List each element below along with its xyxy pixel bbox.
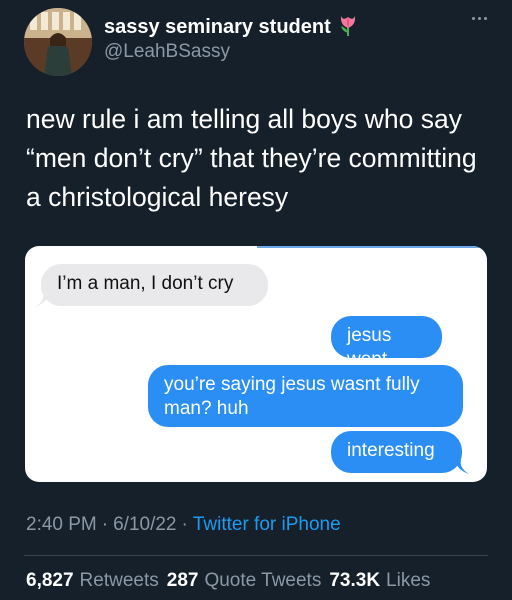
separator-dot: · bbox=[101, 514, 109, 535]
image-edge-line bbox=[257, 246, 482, 248]
likes-count: 73.3K bbox=[329, 570, 381, 591]
bubble-tail-icon bbox=[455, 460, 469, 474]
avatar-photo bbox=[24, 8, 92, 76]
quote-tweets-stat[interactable]: 287 Quote Tweets bbox=[167, 570, 322, 592]
tweet-media-image[interactable]: I’m a man, I don’t cry jesus wept you’re… bbox=[25, 246, 487, 482]
more-options-icon[interactable] bbox=[466, 10, 492, 26]
quote-tweets-count: 287 bbox=[166, 570, 199, 591]
message-bubble-outgoing: you’re saying jesus wasnt fully man? huh bbox=[148, 365, 463, 427]
likes-label: Likes bbox=[386, 570, 431, 591]
message-bubble-outgoing: jesus wept bbox=[331, 316, 442, 370]
author-handle[interactable]: @LeahBSassy bbox=[104, 41, 230, 63]
bubble-tail-icon bbox=[35, 293, 49, 307]
retweets-count: 6,827 bbox=[26, 570, 74, 591]
author-name-row[interactable]: sassy seminary student bbox=[104, 13, 359, 42]
tweet-text: new rule i am telling all boys who say “… bbox=[26, 104, 477, 212]
tulip-icon bbox=[337, 13, 359, 42]
display-name[interactable]: sassy seminary student bbox=[104, 16, 331, 39]
likes-stat[interactable]: 73.3K Likes bbox=[329, 570, 430, 592]
retweets-stat[interactable]: 6,827 Retweets bbox=[26, 570, 159, 592]
tweet-timestamp: 2:40 PM · 6/10/22 · Twitter for iPhone bbox=[26, 514, 341, 536]
tweet-source-link[interactable]: Twitter for iPhone bbox=[193, 514, 341, 536]
message-bubble-incoming: I’m a man, I don’t cry bbox=[41, 264, 268, 306]
separator-dot: · bbox=[181, 514, 188, 535]
divider bbox=[24, 555, 488, 556]
tweet-time[interactable]: 2:40 PM bbox=[26, 514, 97, 536]
quote-tweets-label: Quote Tweets bbox=[204, 570, 322, 591]
engagement-stats: 6,827 Retweets 287 Quote Tweets 73.3K Li… bbox=[26, 570, 430, 592]
avatar[interactable] bbox=[24, 8, 92, 76]
tweet-date[interactable]: 6/10/22 bbox=[113, 514, 176, 536]
retweets-label: Retweets bbox=[79, 570, 159, 591]
message-bubble-outgoing: interesting bbox=[331, 431, 462, 473]
